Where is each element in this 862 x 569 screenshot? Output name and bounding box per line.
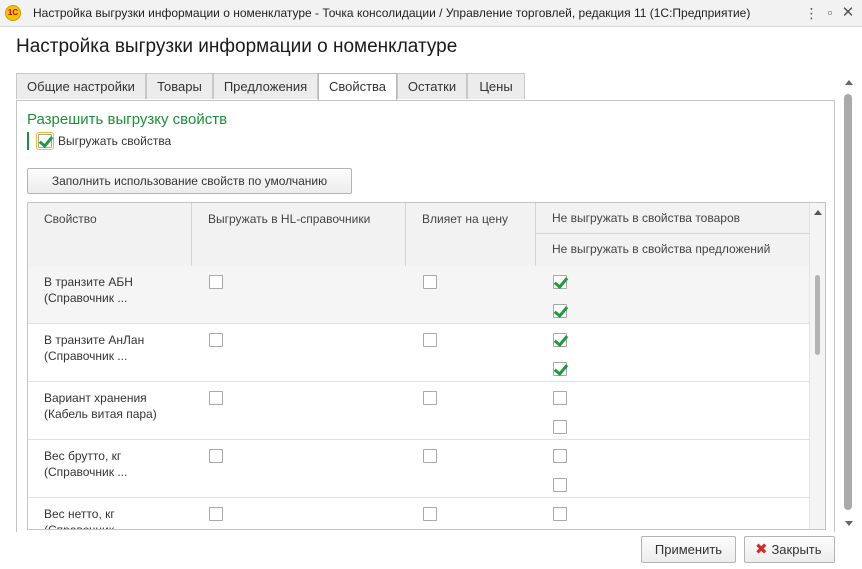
window-scroll-up-icon[interactable] — [845, 80, 853, 85]
property-name-line1: Вариант хранения — [44, 391, 147, 405]
export-hl-checkbox[interactable] — [209, 275, 223, 289]
export-hl-checkbox[interactable] — [209, 507, 223, 521]
property-name-line2: (Справочник ... — [44, 465, 128, 479]
affects-price-checkbox[interactable] — [423, 391, 437, 405]
no-export-offers-checkbox[interactable] — [553, 420, 567, 434]
tab-prices[interactable]: Цены — [467, 73, 525, 99]
affects-price-checkbox[interactable] — [423, 333, 437, 347]
export-hl-checkbox[interactable] — [209, 391, 223, 405]
property-name: В транзите АнЛан (Справочник ... — [44, 332, 144, 364]
tab-products[interactable]: Товары — [146, 73, 213, 99]
close-window-icon[interactable]: ✕ — [840, 5, 856, 21]
window-titlebar: 1С Настройка выгрузки информации о номен… — [0, 0, 862, 27]
property-name-line1: Вес нетто, кг — [44, 507, 115, 521]
column-header-affects-price[interactable]: Влияет на цену — [406, 203, 536, 266]
property-name-line2: (Справочник ... — [44, 523, 128, 530]
properties-table: Свойство Выгружать в HL-справочники Влия… — [27, 202, 826, 530]
window-scroll-thumb[interactable] — [844, 94, 852, 510]
close-red-x-icon: ✖ — [755, 541, 768, 558]
more-menu-icon[interactable]: ⋮ — [804, 5, 820, 21]
table-row[interactable]: В транзите АнЛан (Справочник ... — [28, 324, 809, 382]
property-name: В транзите АБН (Справочник ... — [44, 274, 133, 306]
affects-price-checkbox[interactable] — [423, 507, 437, 521]
window-scroll-down-icon[interactable] — [845, 521, 853, 526]
no-export-products-checkbox[interactable] — [553, 333, 567, 347]
column-header-no-export-products[interactable]: Не выгружать в свойства товаров — [536, 203, 809, 234]
table-scrollbar[interactable] — [809, 203, 825, 529]
property-name-line1: В транзите АБН — [44, 275, 133, 289]
window-scrollbar[interactable] — [843, 80, 857, 526]
section-marker — [27, 132, 29, 150]
property-name: Вес брутто, кг (Справочник ... — [44, 448, 127, 480]
no-export-products-checkbox[interactable] — [553, 507, 567, 521]
scroll-thumb[interactable] — [815, 275, 820, 355]
property-name-line2: (Справочник ... — [44, 291, 128, 305]
table-row[interactable]: Вес нетто, кг (Справочник ... — [28, 498, 809, 530]
close-button[interactable]: ✖ Закрыть — [744, 536, 835, 563]
fill-defaults-button[interactable]: Заполнить использование свойств по умолч… — [27, 168, 352, 194]
window-title: Настройка выгрузки информации о номенкла… — [33, 6, 751, 20]
app-logo-icon: 1С — [5, 5, 21, 21]
minimize-icon[interactable]: ▫ — [822, 5, 838, 21]
property-name-line2: (Кабель витая пара) — [44, 407, 157, 421]
no-export-offers-checkbox[interactable] — [553, 478, 567, 492]
no-export-offers-checkbox[interactable] — [553, 304, 567, 318]
scroll-up-icon[interactable] — [814, 210, 822, 215]
export-properties-label: Выгружать свойства — [58, 134, 172, 148]
apply-button[interactable]: Применить — [641, 536, 736, 563]
column-header-export-hl[interactable]: Выгружать в HL-справочники — [192, 203, 406, 266]
tab-offers[interactable]: Предложения — [213, 73, 318, 99]
export-hl-checkbox[interactable] — [209, 333, 223, 347]
affects-price-checkbox[interactable] — [423, 275, 437, 289]
no-export-products-checkbox[interactable] — [553, 391, 567, 405]
property-name-line2: (Справочник ... — [44, 349, 128, 363]
table-header: Свойство Выгружать в HL-справочники Влия… — [28, 203, 809, 267]
section-title: Разрешить выгрузку свойств — [27, 111, 228, 128]
export-properties-checkbox[interactable] — [36, 132, 54, 150]
tab-general-settings[interactable]: Общие настройки — [16, 73, 146, 99]
table-row[interactable]: Вес брутто, кг (Справочник ... — [28, 440, 809, 498]
property-name-line1: В транзите АнЛан — [44, 333, 145, 347]
property-name: Вариант хранения (Кабель витая пара) — [44, 390, 157, 422]
tab-properties[interactable]: Свойства — [318, 73, 397, 101]
table-row[interactable]: В транзите АБН (Справочник ... — [28, 266, 809, 324]
column-header-property[interactable]: Свойство — [28, 203, 192, 266]
table-row[interactable]: Вариант хранения (Кабель витая пара) — [28, 382, 809, 440]
property-name: Вес нетто, кг (Справочник ... — [44, 506, 128, 530]
property-name-line1: Вес брутто, кг — [44, 449, 122, 463]
no-export-products-checkbox[interactable] — [553, 449, 567, 463]
tab-stock[interactable]: Остатки — [397, 73, 467, 99]
no-export-products-checkbox[interactable] — [553, 275, 567, 289]
export-hl-checkbox[interactable] — [209, 449, 223, 463]
affects-price-checkbox[interactable] — [423, 449, 437, 463]
form-title: Настройка выгрузки информации о номенкла… — [16, 36, 458, 57]
column-header-no-export-offers[interactable]: Не выгружать в свойства предложений — [536, 234, 809, 265]
close-button-label: Закрыть — [771, 542, 822, 557]
no-export-offers-checkbox[interactable] — [553, 362, 567, 376]
